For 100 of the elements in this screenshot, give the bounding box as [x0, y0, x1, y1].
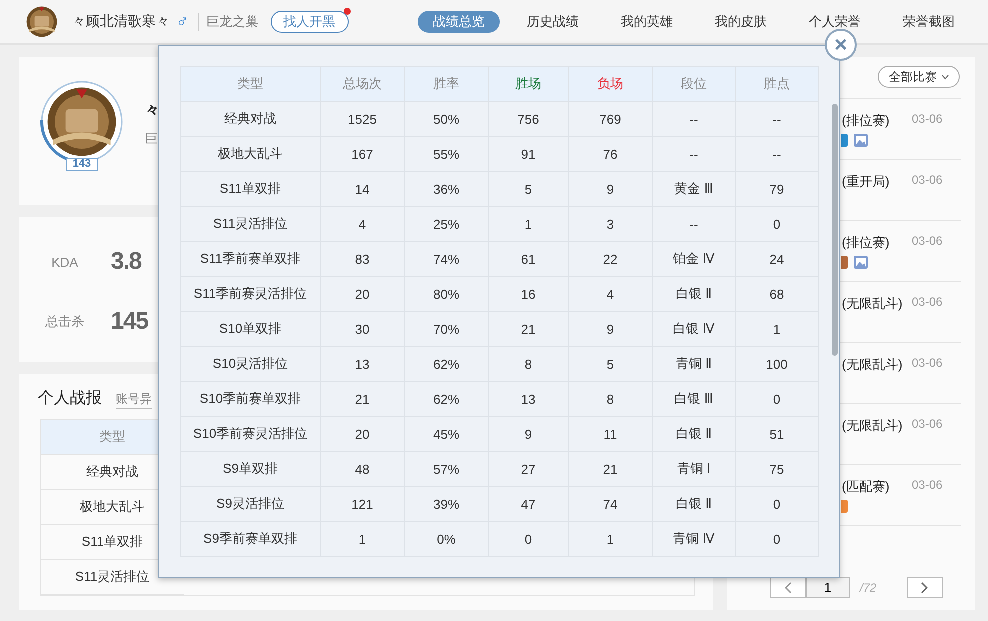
table-cell: 121 — [321, 487, 405, 522]
table-cell: 5 — [569, 347, 653, 382]
table-cell: 74 — [569, 487, 653, 522]
table-cell: 13 — [321, 347, 405, 382]
nav-tab[interactable]: 荣誉截图 — [888, 10, 970, 32]
table-cell: -- — [653, 207, 736, 242]
table-cell: 9 — [489, 417, 569, 452]
column-header: 胜率 — [405, 67, 489, 102]
match-date: 03-06 — [912, 417, 943, 431]
table-cell: S10季前赛单双排 — [181, 382, 321, 417]
nav-tab[interactable]: 历史战绩 — [512, 10, 594, 32]
stat-value: 3.8 — [111, 248, 142, 276]
table-cell: 白银 Ⅱ — [653, 417, 736, 452]
table-cell: 74% — [405, 242, 489, 277]
table-cell: 21 — [569, 452, 653, 487]
table-cell: 16 — [489, 277, 569, 312]
table-cell: 21 — [489, 312, 569, 347]
gender-icon: ♂ — [176, 11, 190, 32]
previous-page-button[interactable] — [770, 577, 806, 598]
match-filter-dropdown[interactable]: 全部比赛 — [878, 66, 960, 88]
table-cell: 756 — [489, 102, 569, 137]
table-cell: 68 — [736, 277, 819, 312]
profile-name: 々 — [145, 100, 160, 120]
table-cell: 51 — [736, 417, 819, 452]
table-cell: 27 — [489, 452, 569, 487]
image-icon[interactable] — [854, 256, 868, 269]
match-mode: (无限乱斗) — [842, 356, 904, 374]
column-header: 胜点 — [736, 67, 819, 102]
table-cell: 62% — [405, 382, 489, 417]
table-cell: 0 — [736, 382, 819, 417]
table-cell: 青铜 Ⅳ — [653, 522, 736, 557]
match-date: 03-06 — [912, 295, 943, 309]
nav-tab[interactable]: 我的皮肤 — [700, 10, 782, 32]
table-cell: 5 — [489, 172, 569, 207]
match-date: 03-06 — [912, 234, 943, 248]
column-header: 胜场 — [489, 67, 569, 102]
table-cell: 57% — [405, 452, 489, 487]
profile-server: 巨 — [145, 130, 159, 148]
table-cell: 1525 — [321, 102, 405, 137]
table-cell: 76 — [569, 137, 653, 172]
table-cell: -- — [653, 137, 736, 172]
image-icon[interactable] — [854, 134, 868, 147]
table-cell: -- — [736, 137, 819, 172]
table-cell: 白银 Ⅱ — [653, 487, 736, 522]
table-cell: S11季前赛灵活排位 — [181, 277, 321, 312]
table-cell: 4 — [321, 207, 405, 242]
column-header: 类型 — [181, 67, 321, 102]
match-mode: (匹配赛) — [842, 478, 891, 496]
table-cell: 79 — [736, 172, 819, 207]
total-pages: /72 — [860, 580, 877, 594]
table-cell: 20 — [321, 277, 405, 312]
table-cell: S11单双排 — [181, 172, 321, 207]
stat-value: 145 — [111, 308, 148, 336]
table-cell: 9 — [569, 312, 653, 347]
table-cell: 75 — [736, 452, 819, 487]
table-cell: S10季前赛灵活排位 — [181, 417, 321, 452]
column-header: 段位 — [653, 67, 736, 102]
server-name: 巨龙之巢 — [206, 12, 258, 30]
next-page-button[interactable] — [906, 577, 943, 598]
table-cell: -- — [653, 102, 736, 137]
table-cell: 青铜 Ⅰ — [653, 452, 736, 487]
table-cell: 48 — [321, 452, 405, 487]
level-badge: 143 — [66, 158, 98, 171]
match-mode: (重开局) — [842, 173, 891, 191]
column-header: 负场 — [569, 67, 653, 102]
nav-tab[interactable]: 我的英雄 — [606, 10, 688, 32]
table-cell: 1 — [321, 522, 405, 557]
medal-icon — [46, 86, 118, 158]
table-cell: 8 — [489, 347, 569, 382]
table-cell: 极地大乱斗 — [181, 137, 321, 172]
table-cell: 24 — [736, 242, 819, 277]
match-date: 03-06 — [912, 173, 943, 187]
table-cell: 1 — [736, 312, 819, 347]
table-cell: S10单双排 — [181, 312, 321, 347]
team-up-button[interactable]: 找人开黑 — [270, 10, 348, 32]
table-cell: 14 — [321, 172, 405, 207]
table-cell: 21 — [321, 382, 405, 417]
table-cell: 20 — [321, 417, 405, 452]
table-cell: 50% — [405, 102, 489, 137]
table-cell: 91 — [489, 137, 569, 172]
match-date: 03-06 — [912, 356, 943, 370]
table-cell: 39% — [405, 487, 489, 522]
table-cell: 769 — [569, 102, 653, 137]
table-cell: 3 — [569, 207, 653, 242]
table-cell: 1 — [569, 522, 653, 557]
match-date: 03-06 — [912, 478, 943, 492]
table-cell: 黄金 Ⅲ — [653, 172, 736, 207]
table-cell: 0 — [736, 522, 819, 557]
table-cell: 45% — [405, 417, 489, 452]
table-cell: 0% — [405, 522, 489, 557]
table-cell: 11 — [569, 417, 653, 452]
table-cell: S11季前赛单双排 — [181, 242, 321, 277]
table-cell: 青铜 Ⅱ — [653, 347, 736, 382]
table-cell: S9灵活排位 — [181, 487, 321, 522]
scrollbar-thumb[interactable] — [832, 104, 838, 356]
page-input[interactable]: 1 — [806, 577, 850, 598]
table-cell: 白银 Ⅲ — [653, 382, 736, 417]
table-cell: S9单双排 — [181, 452, 321, 487]
column-header: 总场次 — [321, 67, 405, 102]
table-cell: 70% — [405, 312, 489, 347]
